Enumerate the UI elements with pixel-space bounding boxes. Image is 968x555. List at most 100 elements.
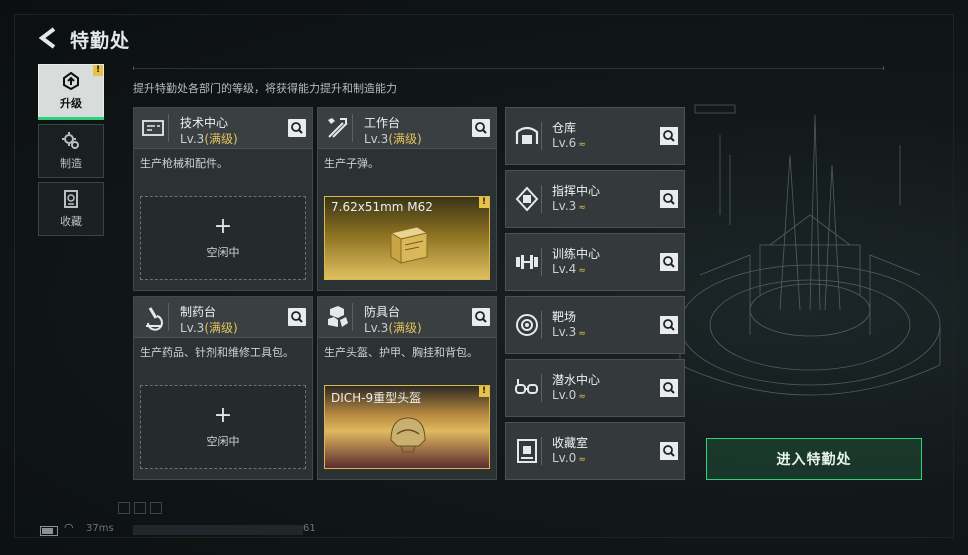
facility-card-tech-center[interactable]: 技术中心 Lv.3(满级) 生产枪械和配件。 + 空闲中 [133,107,313,291]
header-divider [133,68,883,69]
ammo-box-icon [389,226,429,264]
tab-collection[interactable]: 收藏 [38,182,104,236]
tab-label: 制造 [60,157,82,170]
room-warehouse[interactable]: 仓库 Lv.6 ≈ [505,107,685,165]
facility-description: 生产子弹。 [324,157,379,170]
app-root: 特勤处 提升特勤处各部门的等级，将获得能力提升和制造能力 升级 ! 制造 收藏 [0,0,968,555]
card-header: 工作台 Lv.3(满级) [318,108,496,149]
facility-level: Lv.3(满级) [180,321,238,335]
facility-name: 技术中心 [180,116,229,130]
facility-card-pharmacy[interactable]: 制药台 Lv.3(满级) 生产药品、针剂和维修工具包。 + 空闲中 [133,296,313,480]
room-name: 仓库 [552,121,577,135]
level-up-chevron-icon: ≈ [578,203,586,213]
room-command-center[interactable]: 指挥中心 Lv.3 ≈ [505,170,685,228]
idle-label: 空闲中 [206,246,240,259]
idle-production-slot[interactable]: + 空闲中 [140,385,306,469]
level-up-chevron-icon: ≈ [578,392,586,402]
room-name: 指挥中心 [552,184,601,198]
header-tick [883,66,884,70]
room-diving-center[interactable]: 潜水中心 Lv.0 ≈ [505,359,685,417]
header-tick [133,66,134,70]
room-level: Lv.3 ≈ [552,325,586,339]
warehouse-icon [515,122,542,150]
room-name: 靶场 [552,310,577,324]
room-collection-room[interactable]: 收藏室 Lv.0 ≈ [505,422,685,480]
microscope-icon [146,303,169,331]
tab-craft[interactable]: 制造 [38,124,104,178]
facility-name: 工作台 [364,116,401,130]
room-name: 收藏室 [552,436,589,450]
enter-special-ops-button[interactable]: 进入特勤处 [706,438,922,480]
notification-badge: ! [479,197,489,208]
level-up-chevron-icon: ≈ [578,329,586,339]
add-icon: + [213,214,233,239]
facility-level: Lv.3(满级) [364,321,422,335]
dumbbell-icon [516,248,542,276]
magnifier-icon[interactable] [288,308,306,326]
facility-card-workbench[interactable]: 工作台 Lv.3(满级) 生产子弹。 7.62x51mm M62 ! [317,107,497,291]
notification-badge: ! [479,386,489,397]
room-level: Lv.0 ≈ [552,388,586,402]
idle-label: 空闲中 [206,435,240,448]
room-level: Lv.3 ≈ [552,199,586,213]
magnifier-icon[interactable] [660,190,678,208]
building-wireframe-background [679,104,941,396]
tab-upgrade[interactable]: 升级 ! [38,64,104,120]
idle-production-slot[interactable]: + 空闲中 [140,196,306,280]
back-arrow-icon[interactable] [38,26,58,50]
facility-name: 制药台 [180,305,217,319]
room-shooting-range[interactable]: 靶场 Lv.3 ≈ [505,296,685,354]
magnifier-icon[interactable] [472,308,490,326]
tab-label: 收藏 [60,215,82,228]
active-tab-indicator [38,117,104,120]
helmet-icon [390,417,426,453]
gears-icon [62,132,79,149]
wifi-icon: ◠ [64,521,74,534]
diving-mask-icon [515,374,542,402]
production-item-slot[interactable]: 7.62x51mm M62 ! [324,196,490,280]
target-icon [516,311,542,339]
magnifier-icon[interactable] [660,379,678,397]
facility-level: Lv.3(满级) [180,132,238,146]
room-training-center[interactable]: 训练中心 Lv.4 ≈ [505,233,685,291]
uid-bar [133,525,303,535]
decor-square [150,502,162,514]
room-level: Lv.6 ≈ [552,136,586,150]
level-up-chevron-icon: ≈ [578,455,586,465]
hammer-wrench-icon [328,114,353,142]
magnifier-icon[interactable] [472,119,490,137]
product-name: DICH-9重型头盔 [331,391,422,405]
decor-square [118,502,130,514]
facility-card-armor-bench[interactable]: 防具台 Lv.3(满级) 生产头盔、护甲、胸挂和背包。 DICH-9重型头盔 ! [317,296,497,480]
production-item-slot[interactable]: DICH-9重型头盔 ! [324,385,490,469]
magnifier-icon[interactable] [660,442,678,460]
product-name: 7.62x51mm M62 [331,200,433,214]
room-level: Lv.4 ≈ [552,262,586,276]
tech-center-icon [142,114,169,142]
facility-description: 生产药品、针剂和维修工具包。 [140,346,294,359]
add-icon: + [213,403,233,428]
room-name: 潜水中心 [552,373,601,387]
facility-level: Lv.3(满级) [364,132,422,146]
magnifier-icon[interactable] [660,316,678,334]
page-title: 特勤处 [70,30,131,52]
facility-name: 防具台 [364,305,401,319]
tab-label: 升级 [60,97,82,110]
uid-suffix: 61 [303,523,316,534]
magnifier-icon[interactable] [660,253,678,271]
magnifier-icon[interactable] [660,127,678,145]
page-subtitle: 提升特勤处各部门的等级，将获得能力提升和制造能力 [133,82,397,95]
network-ping: 37ms [86,523,114,534]
level-up-chevron-icon: ≈ [578,266,586,276]
upgrade-icon [63,71,79,91]
facility-description: 生产头盔、护甲、胸挂和背包。 [324,346,478,359]
room-level: Lv.0 ≈ [552,451,586,465]
command-center-icon [515,185,542,213]
card-header: 制药台 Lv.3(满级) [134,297,312,338]
magnifier-icon[interactable] [288,119,306,137]
facility-description: 生产枪械和配件。 [140,157,228,170]
card-header: 防具台 Lv.3(满级) [318,297,496,338]
notification-badge: ! [93,65,103,76]
collection-icon [64,190,78,208]
armor-bench-icon [328,303,353,331]
